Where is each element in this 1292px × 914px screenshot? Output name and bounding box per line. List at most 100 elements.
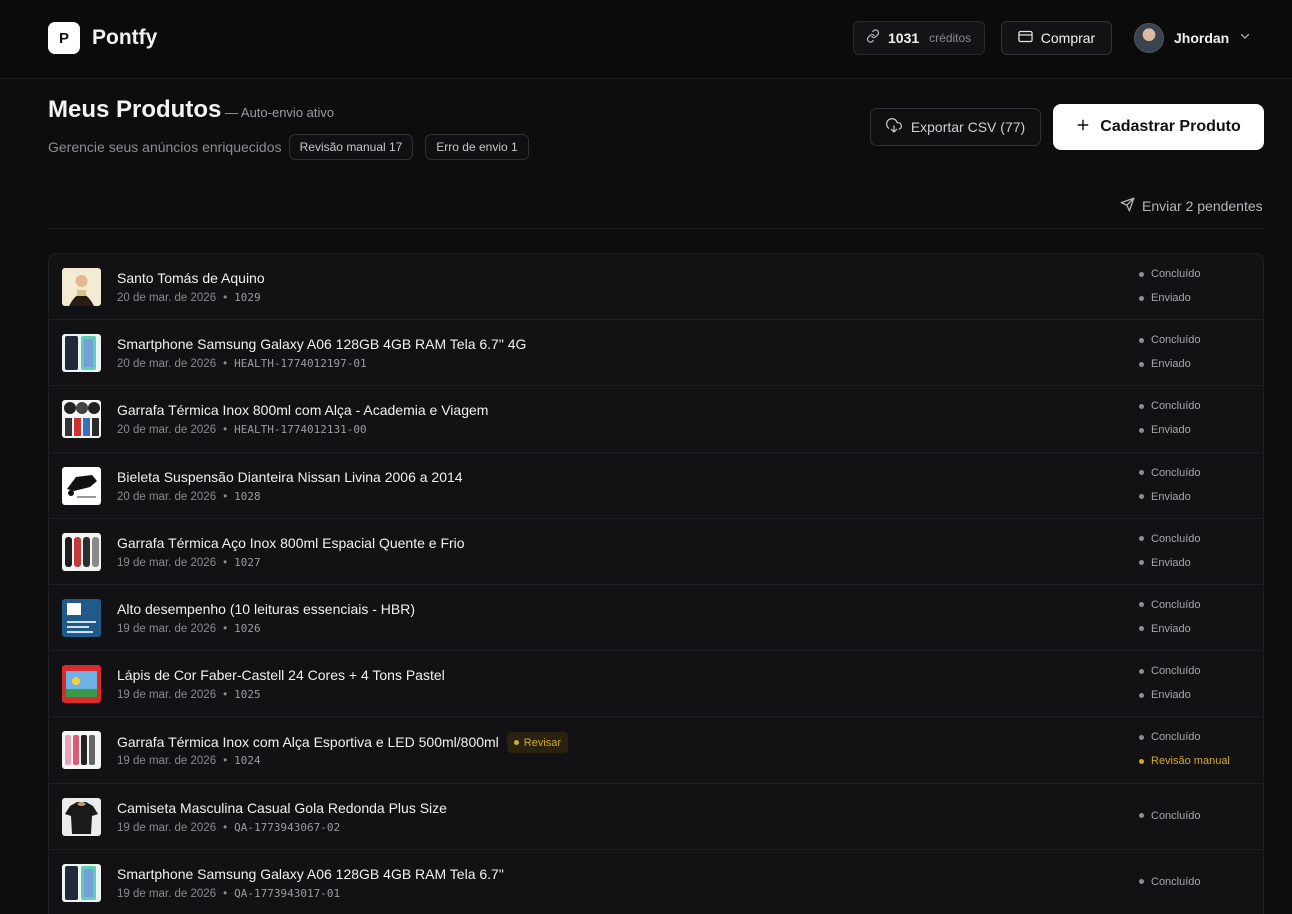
buy-button[interactable]: Comprar [1001, 21, 1112, 55]
product-thumbnail [62, 797, 101, 836]
meta-separator: • [223, 424, 228, 437]
list-item[interactable]: Lápis de Cor Faber-Castell 24 Cores + 4 … [49, 651, 1263, 718]
status-label: Concluído [1151, 532, 1201, 545]
plus-icon [1076, 118, 1090, 137]
status-badge: Concluído [1139, 665, 1201, 677]
product-name: Alto desempenho (10 leituras essenciais … [117, 600, 416, 617]
status-dot [1139, 668, 1144, 674]
filter-chip-manual-review[interactable]: Revisão manual 17 [289, 134, 413, 160]
link-icon [866, 28, 880, 48]
status-dot [1139, 602, 1144, 608]
credits-value: 1031 [888, 30, 920, 46]
status-badge: Concluído [1139, 268, 1201, 280]
product-meta: 19 de mar. de 2026 • 1027 [117, 556, 261, 569]
product-date: 20 de mar. de 2026 [117, 358, 217, 371]
meta-separator: • [223, 490, 228, 503]
send-icon [1120, 197, 1135, 215]
divider [48, 228, 1264, 229]
meta-separator: • [223, 689, 228, 702]
product-code: 1027 [234, 555, 261, 569]
product-thumbnail [62, 863, 101, 902]
product-date: 20 de mar. de 2026 [117, 292, 217, 304]
product-thumbnail [62, 400, 101, 439]
status-label: Concluído [1151, 268, 1201, 280]
status-dot [1139, 361, 1144, 367]
status-badge: Enviado [1139, 491, 1191, 503]
product-code: 1024 [234, 754, 261, 768]
status-label: Concluído [1151, 665, 1201, 678]
list-item[interactable]: Garrafa Térmica Aço Inox 800ml Espacial … [49, 519, 1263, 585]
user-menu[interactable]: Jhordan [1134, 22, 1251, 54]
avatar [1134, 23, 1164, 53]
card-icon [1018, 30, 1033, 46]
export-csv-label: Exportar CSV (77) [910, 119, 1026, 135]
status-dot [1139, 560, 1144, 566]
status-dot [1139, 692, 1144, 698]
status-badge: Enviado [1139, 358, 1191, 370]
status-dot [1139, 494, 1144, 500]
export-csv-button[interactable]: Exportar CSV (77) [870, 108, 1041, 146]
product-thumbnail [62, 466, 101, 505]
product-name: Bieleta Suspensão Dianteira Nissan Livin… [117, 468, 463, 485]
filter-chip-send-error[interactable]: Erro de envio 1 [425, 134, 529, 160]
add-product-label: Cadastrar Produto [1100, 118, 1241, 135]
review-badge-label: Revisar [523, 736, 562, 749]
brand-name[interactable]: Pontfy [92, 26, 157, 50]
meta-separator: • [223, 821, 228, 834]
product-date: 20 de mar. de 2026 [117, 424, 217, 437]
product-meta: 19 de mar. de 2026 • 1024 [117, 754, 261, 767]
status-dot [1139, 295, 1144, 301]
credits-indicator[interactable]: 1031 créditos [853, 21, 985, 55]
list-item[interactable]: Smartphone Samsung Galaxy A06 128GB 4GB … [49, 320, 1263, 387]
meta-separator: • [223, 358, 228, 371]
meta-separator: • [223, 887, 228, 900]
product-date: 19 de mar. de 2026 [117, 821, 217, 834]
product-meta: 19 de mar. de 2026 • QA-1773943017-01 [117, 887, 340, 900]
product-code: QA-1773943017-01 [234, 886, 341, 900]
list-item[interactable]: Camiseta Masculina Casual Gola Redonda P… [49, 784, 1263, 850]
page-title: Meus Produtos [48, 96, 222, 123]
list-item[interactable]: Garrafa Térmica Inox com Alça Esportiva … [49, 717, 1263, 784]
product-name: Santo Tomás de Aquino [117, 270, 265, 286]
product-date: 19 de mar. de 2026 [117, 689, 217, 702]
status-dot [1139, 734, 1144, 740]
status-badge: Enviado [1139, 424, 1191, 436]
add-product-button[interactable]: Cadastrar Produto [1053, 104, 1264, 150]
top-bar: P Pontfy 1031 créditos Comprar Jhordan [0, 0, 1292, 79]
status-badge: Concluído [1139, 400, 1201, 412]
list-item[interactable]: Smartphone Samsung Galaxy A06 128GB 4GB … [49, 850, 1263, 914]
product-name: Lápis de Cor Faber-Castell 24 Cores + 4 … [117, 667, 445, 684]
status-dot [1139, 813, 1144, 818]
status-label: Concluído [1151, 334, 1201, 347]
status-label: Concluído [1151, 731, 1201, 744]
meta-separator: • [223, 292, 228, 304]
product-name: Garrafa Térmica Inox 800ml com Alça - Ac… [117, 402, 489, 419]
product-date: 19 de mar. de 2026 [117, 556, 217, 569]
review-badge[interactable]: Revisar [506, 732, 569, 754]
product-date: 20 de mar. de 2026 [117, 490, 217, 503]
status-dot [1139, 271, 1144, 277]
product-code: HEALTH-1774012197-01 [234, 357, 367, 371]
product-meta: 20 de mar. de 2026 • HEALTH-1774012197-01 [117, 357, 367, 370]
product-code: 1029 [234, 291, 261, 304]
status-label: Concluído [1151, 466, 1201, 479]
status-dot [1139, 403, 1144, 409]
product-name: Camiseta Masculina Casual Gola Redonda P… [117, 799, 447, 816]
list-item[interactable]: Garrafa Térmica Inox 800ml com Alça - Ac… [49, 386, 1263, 453]
status-label: Enviado [1151, 689, 1191, 702]
product-name: Smartphone Samsung Galaxy A06 128GB 4GB … [117, 865, 504, 882]
status-label: Concluído [1151, 875, 1201, 888]
product-date: 19 de mar. de 2026 [117, 887, 217, 900]
list-item[interactable]: Alto desempenho (10 leituras essenciais … [49, 585, 1263, 652]
product-thumbnail [62, 665, 101, 704]
product-name-text: Garrafa Térmica Inox com Alça Esportiva … [117, 734, 499, 751]
product-name: Garrafa Térmica Aço Inox 800ml Espacial … [117, 534, 465, 551]
product-thumbnail [62, 334, 101, 373]
send-pending-button[interactable]: Enviar 2 pendentes [1120, 197, 1263, 215]
status-badge: Concluído [1139, 334, 1201, 346]
list-item[interactable]: Bieleta Suspensão Dianteira Nissan Livin… [49, 453, 1263, 519]
logo-icon[interactable]: P [48, 22, 80, 54]
list-item[interactable]: Santo Tomás de Aquino 20 de mar. de 2026… [49, 254, 1263, 321]
product-code: QA-1773943067-02 [234, 820, 341, 834]
status-label: Enviado [1151, 424, 1191, 437]
